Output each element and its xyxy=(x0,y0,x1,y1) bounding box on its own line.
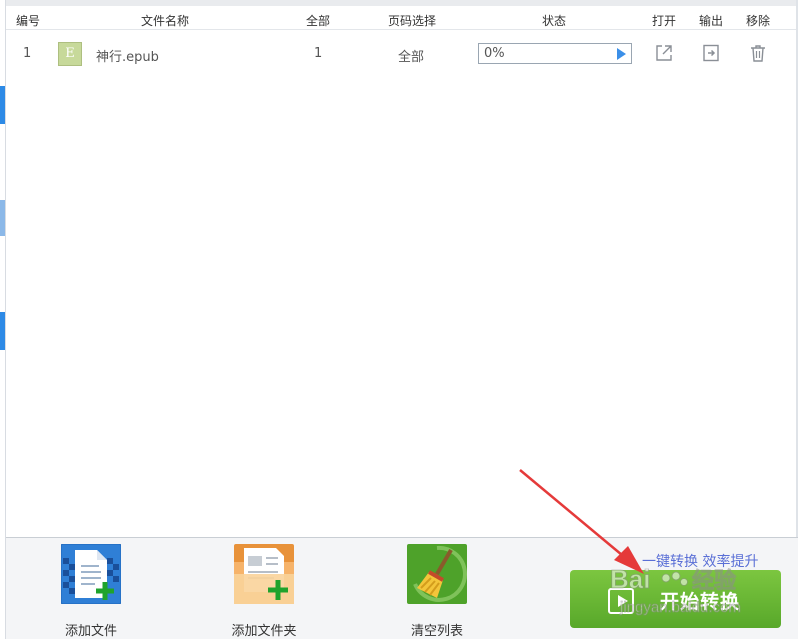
footer-toolbar: 添加文件 添加文件夹 清空列表 一键转换 效率提升 开始转换 xyxy=(6,538,798,639)
col-index: 编号 xyxy=(15,14,41,28)
col-output: 输出 xyxy=(698,14,724,28)
trash-icon[interactable] xyxy=(748,43,768,63)
file-total: 1 xyxy=(314,46,323,61)
play-icon xyxy=(608,588,634,614)
start-conversion-button[interactable]: 开始转换 xyxy=(570,570,781,628)
add-file-icon xyxy=(61,544,121,604)
add-file-label: 添加文件 xyxy=(64,624,117,639)
col-open: 打开 xyxy=(651,14,677,28)
start-conversion-label: 开始转换 xyxy=(660,591,741,613)
add-folder-label: 添加文件夹 xyxy=(231,624,297,639)
open-external-icon[interactable] xyxy=(654,43,674,63)
col-filename: 文件名称 xyxy=(140,14,190,28)
status-progress-bar: 0% xyxy=(478,43,632,64)
file-table-header: 编号 文件名称 全部 页码选择 状态 打开 输出 移除 xyxy=(6,6,796,30)
broom-icon xyxy=(407,544,467,604)
add-file-button[interactable]: 添加文件 xyxy=(41,544,141,639)
epub-icon: E xyxy=(58,42,82,66)
file-name: 神行.epub xyxy=(96,50,159,65)
col-page-select: 页码选择 xyxy=(387,14,437,28)
rail-marker xyxy=(0,312,5,350)
slogan-text: 一键转换 效率提升 xyxy=(642,554,759,570)
rail-marker xyxy=(0,200,5,236)
row-index: 1 xyxy=(23,46,32,61)
col-status: 状态 xyxy=(541,14,567,28)
col-all: 全部 xyxy=(305,14,331,28)
clear-list-label: 清空列表 xyxy=(410,624,463,639)
progress-text: 0% xyxy=(484,46,505,61)
add-folder-icon xyxy=(234,544,294,604)
col-remove: 移除 xyxy=(745,14,771,28)
rail-marker xyxy=(0,86,5,124)
output-export-icon[interactable] xyxy=(701,43,721,63)
converter-window: 编号 文件名称 全部 页码选择 状态 打开 输出 移除 1 E 神行.epub … xyxy=(0,0,798,639)
table-row[interactable]: 1 E 神行.epub 1 全部 0% xyxy=(6,38,796,70)
clear-list-button[interactable]: 清空列表 xyxy=(387,544,487,639)
add-folder-button[interactable]: 添加文件夹 xyxy=(214,544,314,639)
play-icon[interactable] xyxy=(617,48,626,60)
page-select-value[interactable]: 全部 xyxy=(398,46,424,65)
